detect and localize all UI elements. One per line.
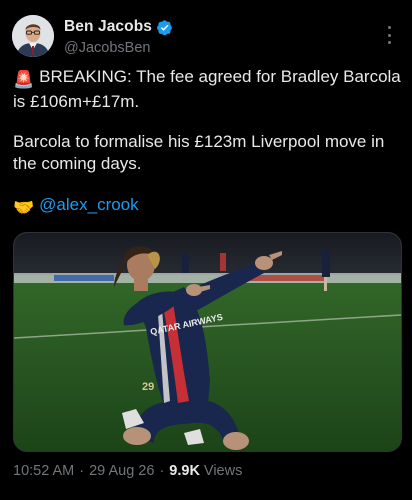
author-display-name[interactable]: Ben Jacobs [64,18,152,36]
tweet-time[interactable]: 10:52 AM [13,463,74,479]
author-block: Ben Jacobs @JacobsBen [64,17,173,56]
verified-badge-icon[interactable] [156,19,173,36]
avatar[interactable] [12,15,54,57]
tweet-meta: 10:52 AM · 29 Aug 26 · 9.9K Views [13,463,242,479]
tweet-date[interactable]: 29 Aug 26 [89,463,154,479]
tweet-text-paragraph-1: 🚨 BREAKING: The fee agreed for Bradley Ba… [13,66,401,113]
avatar-image [12,15,54,57]
mention-link[interactable]: @alex_crook [39,195,138,214]
meta-separator: · [79,463,85,479]
author-handle[interactable]: @JacobsBen [64,40,173,56]
name-row: Ben Jacobs [64,17,173,37]
tweet-text-paragraph-2: Barcola to formalise his £123m Liverpool… [13,131,401,175]
meta-separator: · [159,463,165,479]
views-count[interactable]: 9.9K [169,463,200,479]
tweet-card: Ben Jacobs @JacobsBen 🚨 BREAKING: The fee… [0,0,412,500]
tweet-text-breaking: BREAKING: The fee agreed for Bradley Bar… [13,67,401,111]
tweet-text-move: Barcola to formalise his £123m Liverpool… [13,132,385,173]
tweet-text-paragraph-3: 🤝 @alex_crook [13,194,401,219]
siren-emoji-icon: 🚨 [13,70,35,89]
more-vertical-icon[interactable] [382,26,396,44]
handshake-emoji-icon: 🤝 [13,198,35,217]
player-celebration-photo: QATAR AIRWAYS 29 [14,233,401,451]
tweet-media-image[interactable]: QATAR AIRWAYS 29 [13,232,402,452]
views-label[interactable]: Views [204,463,242,479]
